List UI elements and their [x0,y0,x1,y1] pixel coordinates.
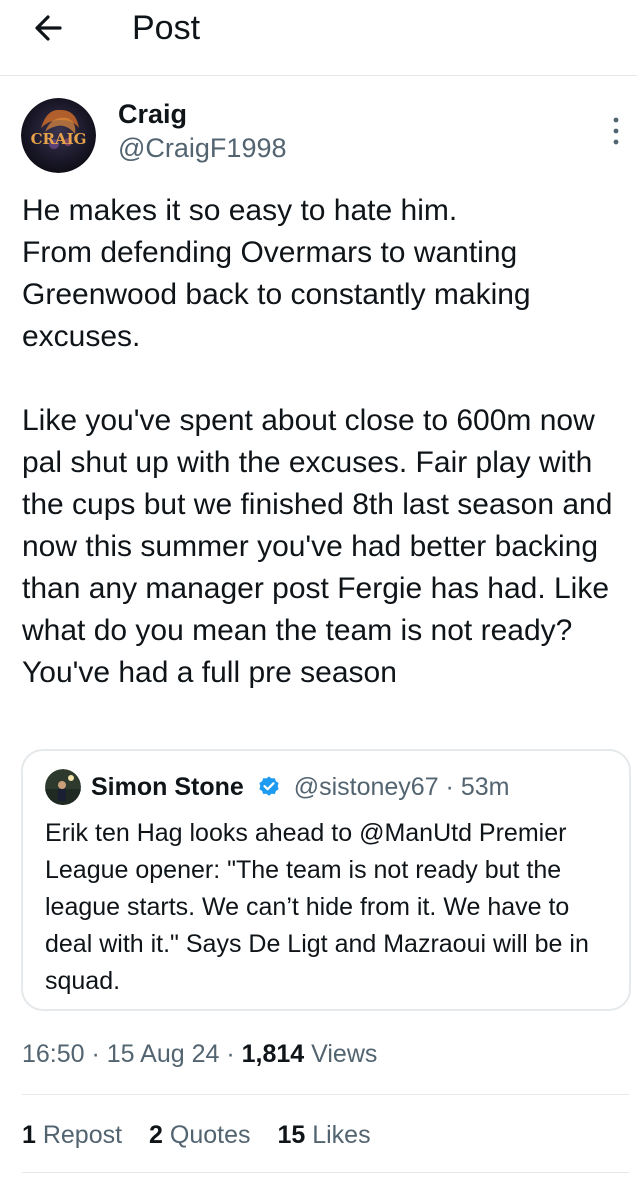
header-divider [0,75,637,76]
quoted-header: Simon Stone @sistoney67 · 53m [91,770,509,804]
more-options-button[interactable] [606,114,626,148]
engagement-stats: 1 Repost 2 Quotes 15 Likes [22,1117,391,1153]
page-title: Post [132,9,201,47]
views-count: 1,814 [241,1040,305,1068]
meta-separator: · [84,1040,107,1068]
post-text: He makes it so easy to hate him. From de… [22,194,613,689]
post-meta: 16:50 · 15 Aug 24 · 1,814 Views [22,1036,377,1072]
quoted-time: 53m [460,773,510,801]
quotes-label: Quotes [162,1121,251,1149]
quoted-text: Erik ten Hag looks ahead to @ManUtd Prem… [45,819,589,995]
reposts-stat[interactable]: 1 Repost [22,1117,122,1153]
views-label: Views [304,1040,378,1068]
post-date: 15 Aug 24 [106,1040,220,1068]
quoted-author-handle: @sistoney67 [293,773,439,801]
quoted-separator: · [438,773,461,801]
post-time: 16:50 [22,1040,85,1068]
likes-stat[interactable]: 15 Likes [277,1117,370,1153]
svg-text:CRAIG: CRAIG [31,130,87,148]
author-name[interactable]: Craig [118,97,187,131]
verified-badge-icon [259,776,279,796]
quoted-author-name: Simon Stone [91,773,244,801]
arrow-left-icon [35,15,62,41]
likes-label: Likes [305,1121,371,1149]
avatar[interactable]: CRAIG [21,98,96,173]
post-page: Post CRAIG Craig @CraigF1998 He makes it… [0,0,637,1200]
reposts-count: 1 [22,1121,36,1149]
likes-count: 15 [277,1121,306,1149]
quotes-count: 2 [149,1121,163,1149]
quoted-post[interactable]: Simon Stone @sistoney67 · 53m Erik ten H… [21,749,631,1011]
divider [22,1094,629,1095]
author-handle[interactable]: @CraigF1998 [118,131,287,165]
reposts-label: Repost [35,1121,123,1149]
back-button[interactable] [26,8,70,48]
top-bar: Post [0,0,637,76]
meta-separator: · [219,1040,242,1068]
quoted-avatar [45,769,81,805]
more-vertical-icon [613,117,619,145]
quotes-stat[interactable]: 2 Quotes [149,1117,250,1153]
divider [22,1172,629,1173]
